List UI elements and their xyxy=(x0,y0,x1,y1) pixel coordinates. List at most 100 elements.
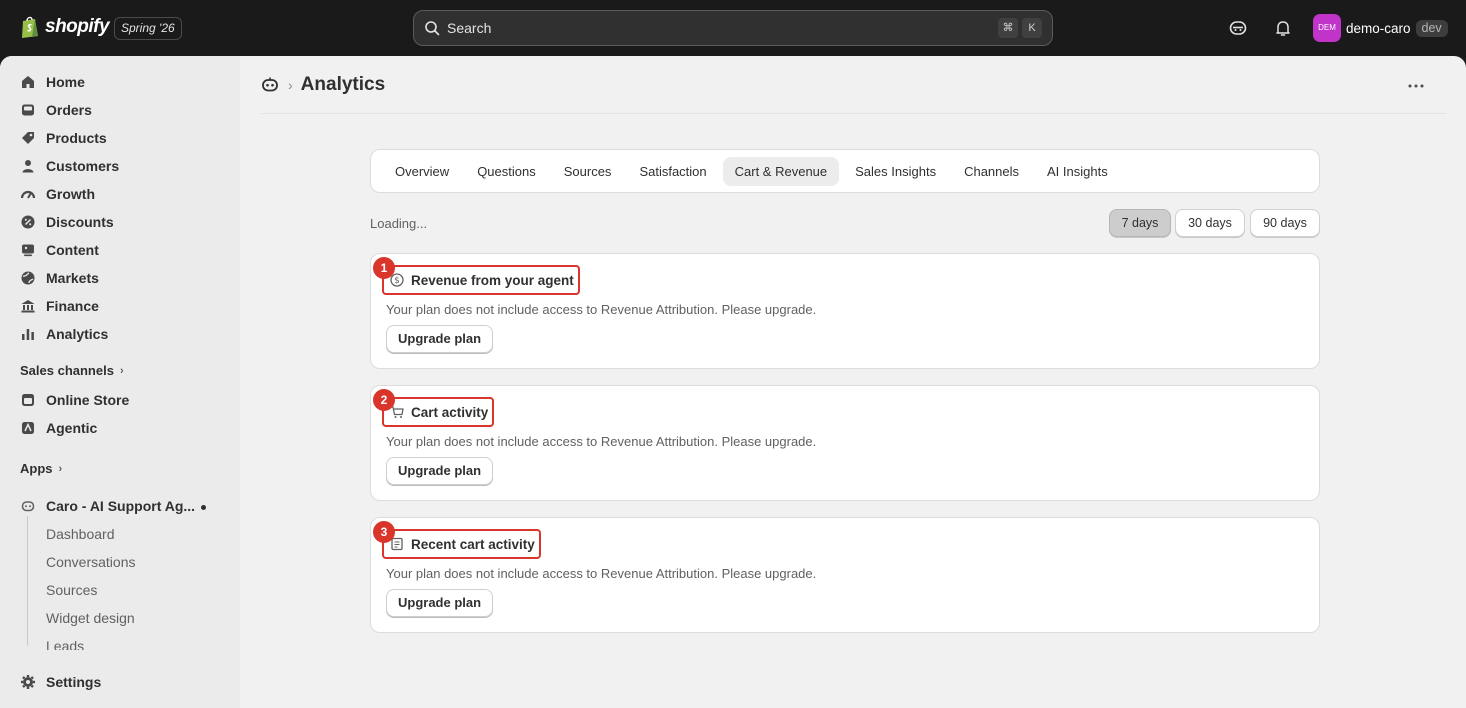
chevron-right-icon: › xyxy=(58,462,63,475)
status-dot xyxy=(201,505,206,510)
sidebar-item-label: Growth xyxy=(46,186,95,202)
sidebar-item-label: Analytics xyxy=(46,326,109,342)
sub-nav-line xyxy=(27,516,28,646)
upgrade-plan-button[interactable]: Upgrade plan xyxy=(386,325,494,353)
dev-badge: dev xyxy=(1415,19,1448,37)
store-icon xyxy=(22,394,34,406)
tab-cart-revenue[interactable]: Cart & Revenue xyxy=(722,156,840,186)
robot-icon[interactable] xyxy=(260,75,280,95)
sidebar-item-label: Discounts xyxy=(46,214,114,230)
section-label: Sales channels xyxy=(20,363,114,378)
search-icon xyxy=(425,21,440,36)
annotation-badge: 3 xyxy=(373,521,395,543)
upgrade-plan-button[interactable]: Upgrade plan xyxy=(386,589,494,617)
section-label: Apps xyxy=(20,461,53,476)
sidebar-item-agentic[interactable]: Agentic xyxy=(20,414,97,442)
sidebar-item-label: Online Store xyxy=(46,392,130,408)
shortcut-k-key: K xyxy=(1022,18,1042,38)
sidebar-item-finance[interactable]: Finance xyxy=(20,292,99,320)
sidebar-subitem-widget-design[interactable]: Widget design xyxy=(46,610,135,626)
sidebar-item-home[interactable]: Home xyxy=(20,68,85,96)
store-name: demo-caro xyxy=(1346,20,1411,36)
sidebar-item-customers[interactable]: Customers xyxy=(20,152,119,180)
card-header: Recent cart activity xyxy=(382,529,541,559)
tab-satisfaction[interactable]: Satisfaction xyxy=(627,157,718,186)
sidebar: Home Orders Products Customers Growth Di… xyxy=(0,56,240,708)
chevron-right-icon: › xyxy=(288,77,293,93)
gear-icon xyxy=(21,675,35,689)
gauge-icon xyxy=(20,190,36,199)
loading-text: Loading... xyxy=(370,216,428,231)
page-title: Analytics xyxy=(300,74,386,95)
tab-questions[interactable]: Questions xyxy=(465,157,548,186)
sidebar-subitem-sources[interactable]: Sources xyxy=(46,582,97,598)
sidebar-item-online-store[interactable]: Online Store xyxy=(20,386,129,414)
person-icon xyxy=(22,160,34,173)
tab-overview[interactable]: Overview xyxy=(383,157,461,186)
card-title: Recent cart activity xyxy=(411,536,535,552)
card-header: Cart activity xyxy=(382,397,495,427)
sidebar-item-label: Home xyxy=(46,74,85,90)
edition-badge: Spring '26 xyxy=(114,17,182,40)
sales-channels-header[interactable]: Sales channels › xyxy=(20,363,124,378)
range-90-days-button[interactable]: 90 days xyxy=(1250,209,1320,237)
bar-chart-icon xyxy=(22,329,34,340)
sidebar-subitem-dashboard[interactable]: Dashboard xyxy=(46,526,115,542)
shopify-logo[interactable]: shopify xyxy=(20,15,110,39)
search-input[interactable]: Search ⌘ K xyxy=(413,10,1053,46)
main-content: › Analytics Overview Questions Sources S… xyxy=(240,56,1466,708)
sidebar-subitem-leads[interactable]: Leads xyxy=(46,638,84,650)
avatar: DEM xyxy=(1313,14,1341,42)
sidebar-subitem-conversations[interactable]: Conversations xyxy=(46,554,136,570)
breadcrumb: › Analytics xyxy=(260,74,385,96)
agentic-icon xyxy=(22,422,34,434)
sidebar-item-orders[interactable]: Orders xyxy=(20,96,92,124)
robot-icon xyxy=(21,501,35,512)
divider xyxy=(260,113,1446,114)
tag-icon xyxy=(22,132,34,144)
sidebar-item-label: Customers xyxy=(46,158,120,174)
upgrade-plan-button[interactable]: Upgrade plan xyxy=(386,457,494,485)
home-icon xyxy=(22,76,34,88)
globe-icon xyxy=(21,271,35,285)
sidebar-item-discounts[interactable]: Discounts xyxy=(20,208,114,236)
sidebar-item-label: Caro - AI Support Ag... xyxy=(46,498,196,514)
tab-sources[interactable]: Sources xyxy=(552,157,624,186)
range-30-days-button[interactable]: 30 days xyxy=(1175,209,1245,237)
sidebar-item-analytics[interactable]: Analytics xyxy=(20,320,108,348)
cart-activity-card: Cart activity 2 Your plan does not inclu… xyxy=(370,385,1320,501)
shopify-bag-icon xyxy=(22,16,38,38)
annotation-badge: 2 xyxy=(373,389,395,411)
tab-ai-insights[interactable]: AI Insights xyxy=(1035,157,1120,186)
card-message: Your plan does not include access to Rev… xyxy=(386,566,817,581)
sidebar-item-caro-app[interactable]: Caro - AI Support Ag... xyxy=(20,492,195,520)
annotation-badge: 1 xyxy=(373,257,395,279)
sidebar-item-label: Content xyxy=(46,242,99,258)
sidebar-item-growth[interactable]: Growth xyxy=(20,180,95,208)
apps-header[interactable]: Apps › xyxy=(20,461,62,476)
tab-channels[interactable]: Channels xyxy=(952,157,1031,186)
bank-icon xyxy=(21,300,35,313)
card-title: Cart activity xyxy=(411,404,489,420)
sidebar-item-content[interactable]: Content xyxy=(20,236,99,264)
sidebar-item-settings[interactable]: Settings xyxy=(20,668,101,696)
sidebar-item-label: Orders xyxy=(46,102,92,118)
card-message: Your plan does not include access to Rev… xyxy=(386,434,817,449)
sidebar-subitem-clip: Leads xyxy=(0,636,240,650)
sidebar-item-label: Products xyxy=(46,130,107,146)
sidebar-item-markets[interactable]: Markets xyxy=(20,264,99,292)
search-placeholder: Search xyxy=(447,20,492,36)
revenue-card: $ Revenue from your agent 1 Your plan do… xyxy=(370,253,1320,369)
svg-text:$: $ xyxy=(394,276,399,286)
tab-sales-insights[interactable]: Sales Insights xyxy=(843,157,948,186)
store-menu[interactable]: DEM demo-caro dev xyxy=(1313,14,1448,42)
sidebar-item-products[interactable]: Products xyxy=(20,124,107,152)
orders-icon xyxy=(22,104,34,116)
more-actions-icon[interactable] xyxy=(1406,76,1426,96)
discount-icon xyxy=(21,215,35,229)
range-7-days-button[interactable]: 7 days xyxy=(1109,209,1171,237)
bell-icon[interactable] xyxy=(1273,18,1293,38)
chevron-right-icon: › xyxy=(119,364,124,377)
admin-frame: Home Orders Products Customers Growth Di… xyxy=(0,56,1466,708)
sidekick-icon[interactable] xyxy=(1228,18,1248,38)
